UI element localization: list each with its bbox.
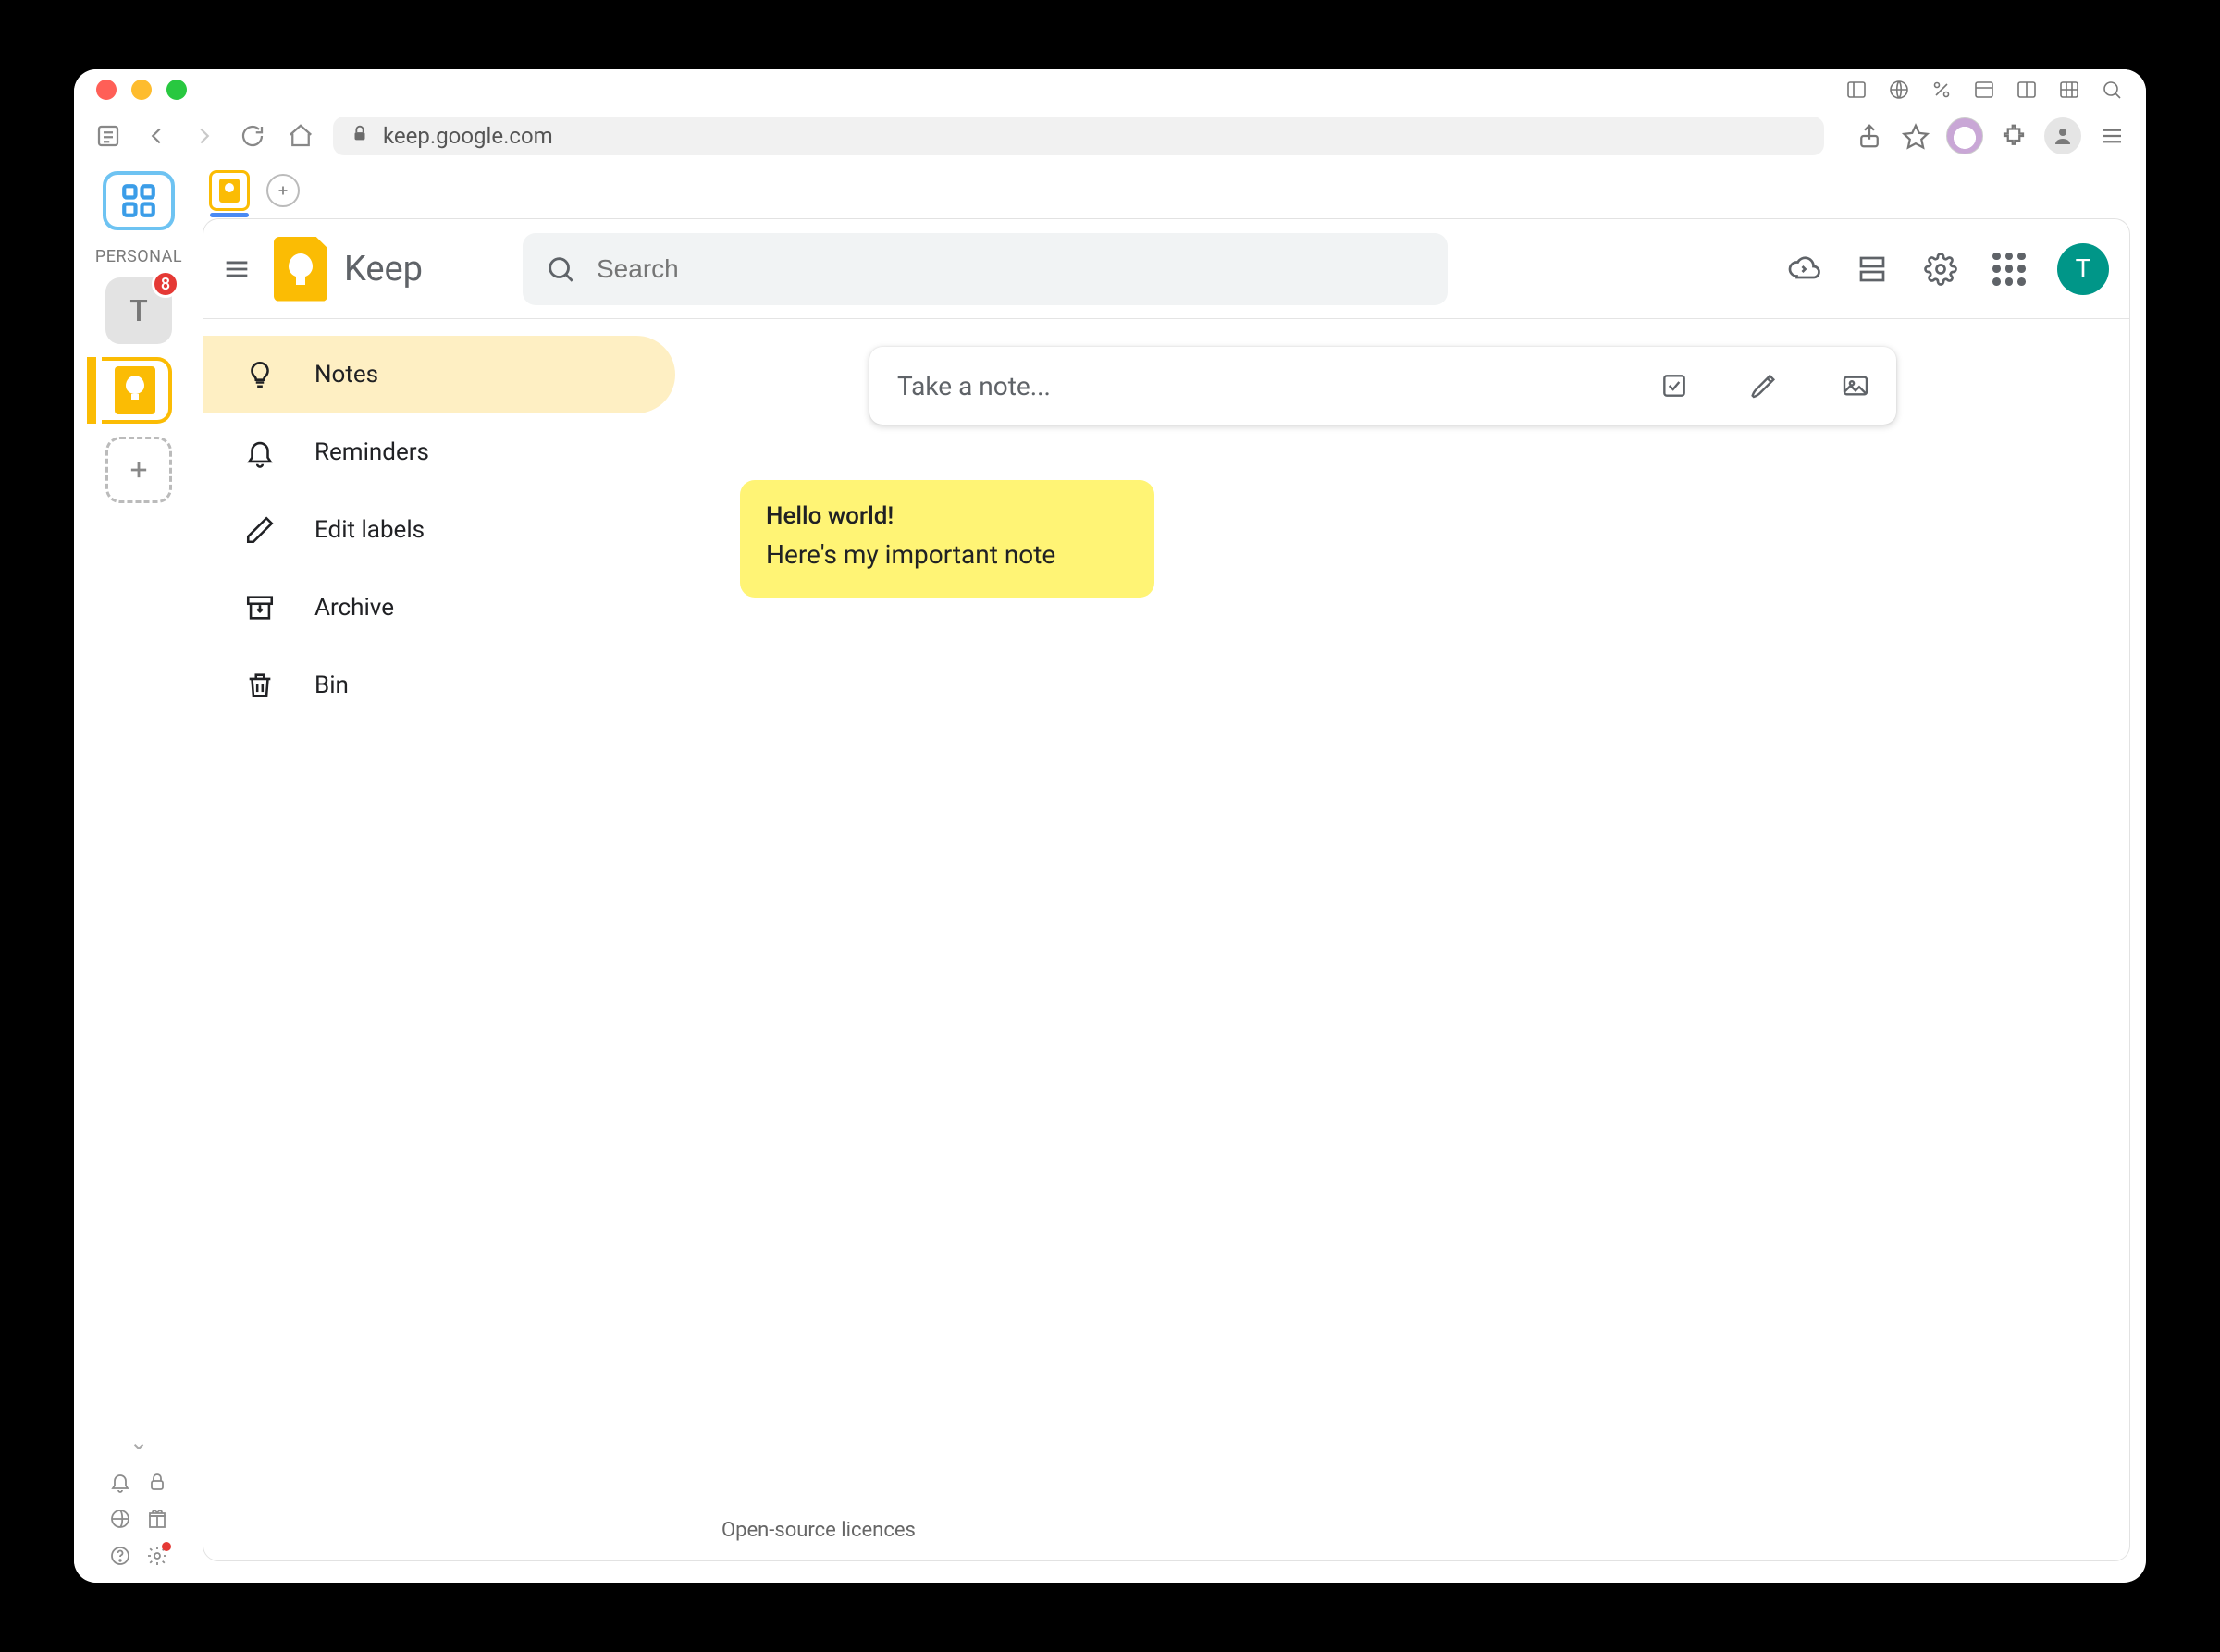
footer-licences-link[interactable]: Open-source licences: [722, 1519, 916, 1542]
workspace-item-t[interactable]: T 8: [105, 277, 172, 344]
nav-label: Archive: [314, 594, 394, 622]
note-card[interactable]: Hello world! Here's my important note: [740, 480, 1154, 598]
notification-badge: 8: [152, 270, 179, 298]
titlebar-right-icons: [1844, 78, 2124, 102]
keep-body: Notes Reminders Edit labels Archive: [204, 319, 2129, 1560]
minimize-window-button[interactable]: [131, 80, 152, 100]
note-title: Hello world!: [766, 502, 1128, 530]
grid-icon[interactable]: [2057, 78, 2081, 102]
keep-logo-icon: [274, 237, 327, 302]
account-icon[interactable]: [2044, 117, 2081, 154]
settings-gear-icon[interactable]: [1920, 249, 1961, 290]
percent-icon[interactable]: [1930, 78, 1954, 102]
pencil-icon: [244, 514, 276, 546]
nav-bin[interactable]: Bin: [204, 647, 675, 724]
app-title: Keep: [344, 249, 423, 290]
bookmark-star-icon[interactable]: [1900, 120, 1931, 152]
main-menu-button[interactable]: [216, 249, 257, 290]
nav-label: Reminders: [314, 438, 429, 466]
browser-window: keep.google.com PERSONAL T 8: [74, 69, 2146, 1583]
search-icon: [545, 253, 576, 285]
search-icon[interactable]: [2100, 78, 2124, 102]
google-apps-button[interactable]: [1989, 249, 2029, 290]
profile-avatar-icon[interactable]: [1946, 117, 1983, 154]
lock-small-icon[interactable]: [145, 1470, 169, 1494]
gift-icon[interactable]: [145, 1507, 169, 1531]
new-image-icon[interactable]: [1833, 364, 1878, 408]
nav-label: Edit labels: [314, 516, 425, 544]
reload-button[interactable]: [237, 120, 268, 152]
forward-button[interactable]: [189, 120, 220, 152]
menu-icon[interactable]: [2096, 120, 2128, 152]
app-switcher-button[interactable]: [103, 171, 175, 230]
take-note-placeholder: Take a note...: [897, 371, 1606, 401]
keep-sidebar-nav: Notes Reminders Edit labels Archive: [204, 319, 694, 1560]
address-bar[interactable]: keep.google.com: [333, 117, 1824, 155]
tab-keep[interactable]: [209, 170, 250, 211]
bell-icon[interactable]: [108, 1470, 132, 1494]
lock-icon: [350, 123, 370, 149]
settings-small-icon[interactable]: [145, 1544, 169, 1568]
browser-toolbar: keep.google.com: [74, 110, 2146, 162]
view-toggle-icon[interactable]: [1852, 249, 1893, 290]
globe-icon[interactable]: [1887, 78, 1911, 102]
sidebar-bottom-icons: [81, 1464, 196, 1583]
archive-icon: [244, 592, 276, 623]
workspace-sidebar: PERSONAL T 8 ⌄: [74, 162, 204, 1583]
window-titlebar: [74, 69, 2146, 110]
new-list-icon[interactable]: [1652, 364, 1696, 408]
keep-main-content: Take a note... Hello world! Here's my im…: [694, 319, 2129, 1560]
back-button[interactable]: [141, 120, 172, 152]
add-workspace-button[interactable]: [105, 437, 172, 503]
nav-notes[interactable]: Notes: [204, 336, 675, 413]
nav-label: Bin: [314, 672, 349, 699]
reader-mode-icon[interactable]: [92, 120, 124, 152]
lightbulb-icon: [244, 359, 276, 390]
help-icon[interactable]: [108, 1544, 132, 1568]
nav-archive[interactable]: Archive: [204, 569, 675, 647]
keep-header: Keep T: [204, 219, 2129, 319]
workspace-item-keep[interactable]: [102, 357, 172, 424]
window-controls: [96, 80, 187, 100]
take-note-box[interactable]: Take a note...: [870, 347, 1896, 425]
nav-reminders[interactable]: Reminders: [204, 413, 675, 491]
keep-header-actions: T: [1783, 243, 2109, 295]
maximize-window-button[interactable]: [166, 80, 187, 100]
new-drawing-icon[interactable]: [1743, 364, 1787, 408]
layout-icon[interactable]: [2015, 78, 2039, 102]
apps-grid-icon: [1992, 253, 2026, 286]
home-button[interactable]: [285, 120, 316, 152]
keep-tab-icon: [219, 179, 240, 203]
sidebar-toggle-icon[interactable]: [1844, 78, 1868, 102]
collapse-sidebar-icon[interactable]: ⌄: [130, 1429, 148, 1455]
new-tab-button[interactable]: [266, 174, 300, 207]
nav-label: Notes: [314, 361, 378, 388]
user-avatar[interactable]: T: [2057, 243, 2109, 295]
keep-icon: [115, 366, 155, 414]
extensions-icon[interactable]: [1998, 120, 2029, 152]
url-text: keep.google.com: [383, 123, 553, 149]
panel-icon[interactable]: [1972, 78, 1996, 102]
nav-edit-labels[interactable]: Edit labels: [204, 491, 675, 569]
bell-icon: [244, 437, 276, 468]
trash-icon: [244, 670, 276, 701]
refresh-cloud-icon[interactable]: [1783, 249, 1824, 290]
browser-body: PERSONAL T 8 ⌄: [74, 162, 2146, 1583]
tab-strip: [204, 162, 2146, 219]
share-icon[interactable]: [1854, 120, 1885, 152]
globe-small-icon[interactable]: [108, 1507, 132, 1531]
search-input[interactable]: [597, 254, 1425, 284]
search-box[interactable]: [523, 233, 1448, 305]
toolbar-right: [1854, 117, 2128, 154]
close-window-button[interactable]: [96, 80, 117, 100]
settings-alert-dot: [162, 1542, 171, 1551]
workspace-label: PERSONAL: [95, 247, 182, 266]
note-body: Here's my important note: [766, 539, 1128, 570]
keep-app-frame: Keep T: [204, 219, 2129, 1560]
workspace-initial: T: [130, 293, 148, 328]
